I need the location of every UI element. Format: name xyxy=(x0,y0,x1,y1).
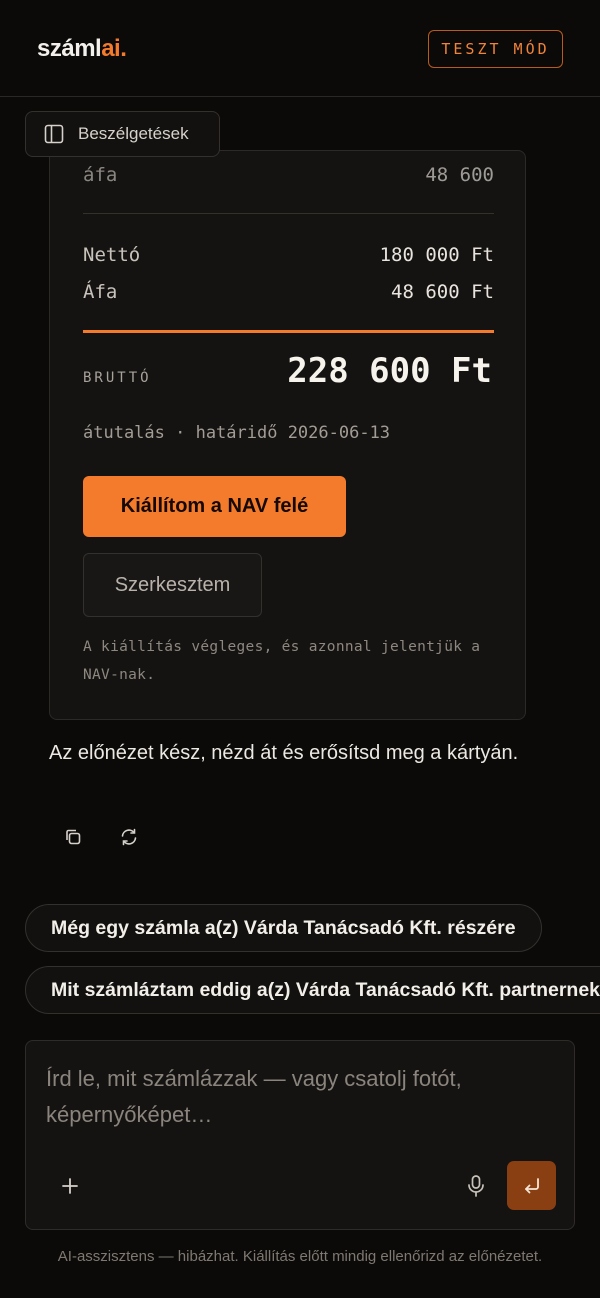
suggestion-chip[interactable]: Mit számláztam eddig a(z) Várda Tanácsad… xyxy=(25,966,600,1014)
copy-icon[interactable] xyxy=(63,827,83,847)
vat-value: 48 600 Ft xyxy=(391,281,494,303)
regenerate-icon[interactable] xyxy=(119,827,139,847)
test-mode-badge[interactable]: TESZT MÓD xyxy=(428,30,563,68)
conversations-label: Beszélgetések xyxy=(78,124,189,143)
invoice-preview-card: áfa 48 600 Nettó 180 000 Ft Áfa 48 600 F… xyxy=(49,150,526,720)
total-divider xyxy=(83,330,494,333)
vat-label: Áfa xyxy=(83,281,118,303)
microphone-icon[interactable] xyxy=(465,1174,487,1198)
net-row: Nettó 180 000 Ft xyxy=(83,244,494,266)
send-icon xyxy=(524,1177,539,1193)
app-logo[interactable]: számlai. xyxy=(37,35,127,63)
message-composer: Írd le, mit számlázzak — vagy csatolj fo… xyxy=(25,1040,575,1230)
gross-value: 228 600 Ft xyxy=(287,351,492,391)
sidebar-panel-icon xyxy=(44,124,64,144)
message-input[interactable]: Írd le, mit számlázzak — vagy csatolj fo… xyxy=(46,1061,546,1133)
suggestion-list: Még egy számla a(z) Várda Tanácsadó Kft.… xyxy=(25,904,600,1016)
plus-icon[interactable] xyxy=(60,1176,80,1196)
logo-main: száml xyxy=(37,35,102,62)
send-button[interactable] xyxy=(507,1161,556,1210)
partial-vat-value: 48 600 xyxy=(425,164,494,186)
assistant-message: Az előnézet kész, nézd át és erősítsd me… xyxy=(49,742,519,764)
conversations-button[interactable]: Beszélgetések xyxy=(25,111,220,157)
logo-accent: ai. xyxy=(101,35,127,62)
net-label: Nettó xyxy=(83,244,141,266)
payment-info: átutalás · határidő 2026-06-13 xyxy=(83,423,391,443)
vat-row: Áfa 48 600 Ft xyxy=(83,281,494,303)
edit-button[interactable]: Szerkesztem xyxy=(83,553,262,617)
issue-note: A kiállítás végleges, és azonnal jelentj… xyxy=(83,639,481,683)
partial-vat-label: áfa xyxy=(83,164,118,186)
issue-to-nav-button[interactable]: Kiállítom a NAV felé xyxy=(83,476,346,537)
partial-vat-row: áfa 48 600 xyxy=(83,164,494,186)
net-value: 180 000 Ft xyxy=(379,244,494,266)
app-header: számlai. TESZT MÓD xyxy=(0,0,600,97)
suggestion-chip[interactable]: Még egy számla a(z) Várda Tanácsadó Kft.… xyxy=(25,904,542,952)
message-actions xyxy=(63,827,139,847)
gross-label: BRUTTÓ xyxy=(83,370,152,386)
ai-disclaimer: AI-asszisztens — hibázhat. Kiállítás elő… xyxy=(57,1248,543,1265)
card-divider xyxy=(83,213,494,214)
